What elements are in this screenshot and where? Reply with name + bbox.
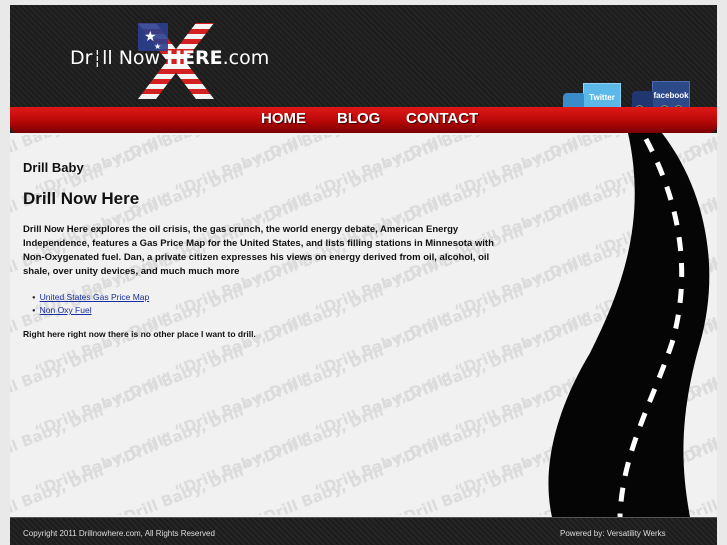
- logo-text-suffix: .com: [222, 47, 270, 69]
- derrick-icon: ┆: [92, 49, 103, 68]
- site-header: ★ ★ Dr┆ll Now HERE.com Twitter facebook …: [10, 5, 717, 133]
- list-item: United States Gas Price Map: [32, 291, 503, 304]
- site-logo[interactable]: Dr┆ll Now HERE.com: [70, 47, 269, 69]
- gas-price-map-link[interactable]: United States Gas Price Map: [40, 292, 150, 302]
- watermark-text: “Drill Baby, Drill”: [251, 458, 396, 515]
- page-subtitle: Drill Baby: [23, 160, 84, 175]
- logo-text-prefix: Dr: [70, 47, 93, 69]
- page-frame: “Drill Baby, Drill” “Drill Baby, Drill” “D…: [10, 5, 717, 545]
- facebook-label: facebook: [652, 81, 690, 109]
- non-oxy-fuel-link[interactable]: Non Oxy Fuel: [40, 305, 92, 315]
- truck-cab-icon: [632, 91, 653, 107]
- logo-text-mid: ll Now: [102, 47, 167, 69]
- link-list: United States Gas Price Map Non Oxy Fuel: [23, 291, 503, 317]
- copyright-text: Copyright 2011 Drillnowhere.com, All Rig…: [23, 529, 215, 538]
- road-illustration: [548, 133, 710, 517]
- site-footer: Copyright 2011 Drillnowhere.com, All Rig…: [10, 517, 717, 545]
- list-item: Non Oxy Fuel: [32, 304, 503, 317]
- nav-home[interactable]: HOME: [261, 110, 306, 127]
- main-nav: HOME BLOG CONTACT: [10, 107, 717, 133]
- main-content: Drill Baby Drill Now Here Drill Now Here…: [23, 160, 503, 339]
- nav-blog[interactable]: BLOG: [337, 110, 380, 127]
- site-description: Drill Now Here explores the oil crisis, …: [23, 224, 494, 277]
- nav-contact[interactable]: CONTACT: [406, 110, 478, 127]
- logo-text-here: HERE: [166, 47, 223, 69]
- page-title: Drill Now Here: [23, 189, 140, 208]
- watermark-text: “Drill Baby, Drill”: [391, 458, 536, 515]
- watermark-text: “Drill Baby, Drill”: [10, 458, 116, 515]
- tagline: Right here right now there is no other p…: [23, 329, 256, 339]
- powered-by-text: Powered by: Versatility Werks: [560, 529, 666, 538]
- watermark-text: “Drill Baby, Drill”: [111, 458, 256, 515]
